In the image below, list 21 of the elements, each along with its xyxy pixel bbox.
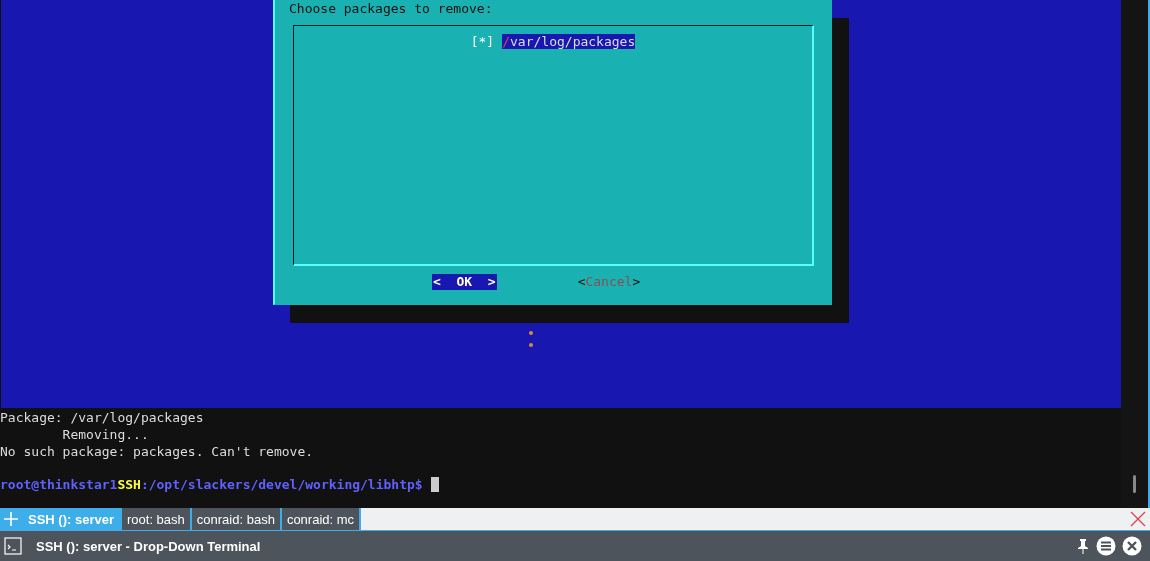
terminal-tab[interactable]: root: bash [122, 508, 192, 530]
pin-icon[interactable] [1076, 538, 1090, 554]
prompt-path: :/opt/slackers/devel/working/libhtp$ [140, 476, 423, 493]
cancel-button[interactable]: <Cancel> [576, 274, 642, 290]
dialog-prompt: Choose packages to remove: [288, 0, 494, 17]
output-line: Removing... [61, 426, 150, 443]
package-item[interactable]: /var/log/packages [502, 34, 636, 49]
ok-button[interactable]: < OK > [432, 274, 497, 290]
terminal-icon [4, 537, 22, 555]
output-line: Package: /var/log/packages [0, 409, 205, 426]
text-cursor [430, 477, 439, 492]
output-line: No such package: packages. Can't remove. [0, 443, 315, 460]
scrollbar[interactable] [1133, 475, 1136, 493]
window-title: SSH (): server - Drop-Down Terminal [36, 538, 261, 554]
menu-icon[interactable] [1096, 536, 1116, 556]
terminal-tab[interactable]: conraid: mc [281, 508, 362, 530]
prompt-user-host: root@thinkstar1 [0, 476, 118, 493]
prompt-tag: SSH [117, 476, 141, 493]
close-icon[interactable] [1122, 536, 1142, 556]
close-icon[interactable] [1129, 510, 1147, 528]
terminal-tab[interactable]: conraid: bash [191, 508, 282, 530]
